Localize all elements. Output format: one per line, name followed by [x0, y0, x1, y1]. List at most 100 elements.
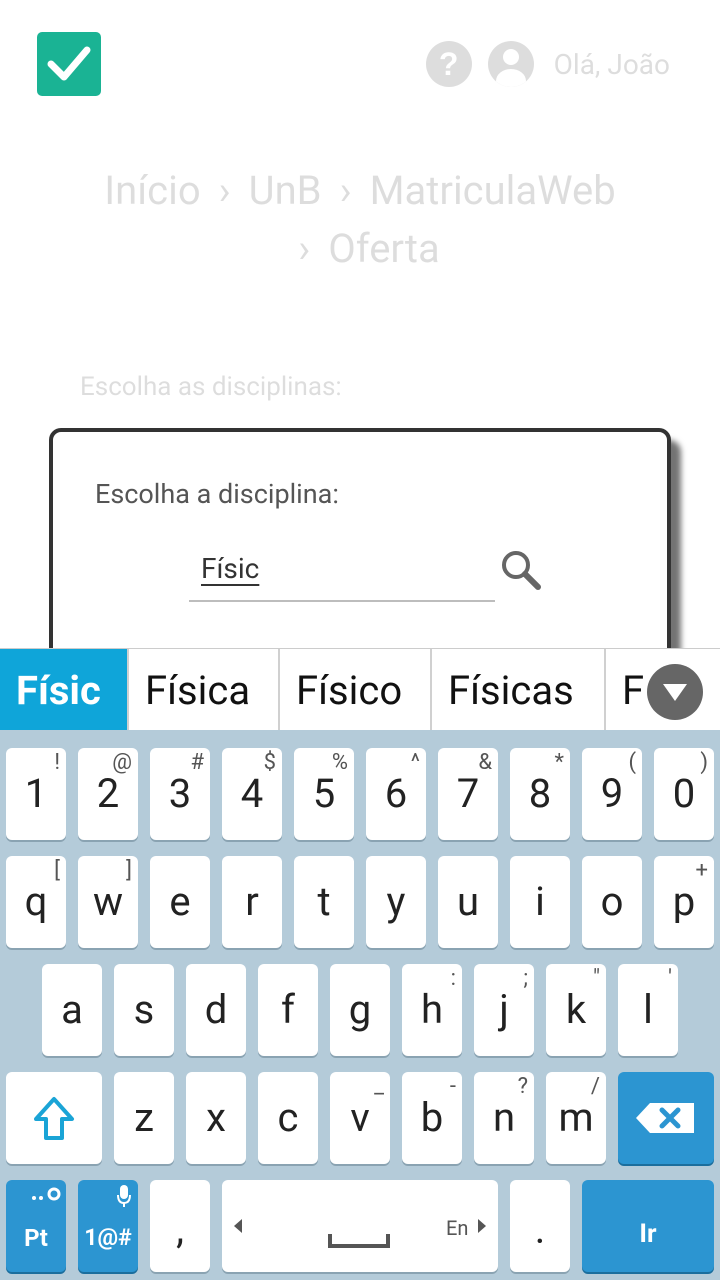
key-label: 5: [312, 770, 336, 817]
breadcrumb-home[interactable]: Início: [104, 167, 200, 214]
symbols-key[interactable]: 1@#: [78, 1180, 138, 1272]
key-r[interactable]: r: [222, 856, 282, 948]
key-b[interactable]: -b: [402, 1072, 462, 1164]
key-c[interactable]: c: [258, 1072, 318, 1164]
key-label: m: [558, 1094, 594, 1141]
suggestion-item[interactable]: Física: [129, 649, 280, 730]
key-i[interactable]: i: [510, 856, 570, 948]
key-a[interactable]: a: [42, 964, 102, 1056]
key-k[interactable]: " k: [546, 964, 606, 1056]
key-m[interactable]: / m: [546, 1072, 606, 1164]
check-icon: [47, 46, 91, 81]
key-h[interactable]: :h: [402, 964, 462, 1056]
go-key[interactable]: Ir: [582, 1180, 714, 1272]
key-n[interactable]: ? n: [474, 1072, 534, 1164]
key-0[interactable]: ) 0: [654, 748, 714, 840]
key-t[interactable]: t: [294, 856, 354, 948]
collapse-suggestions-button[interactable]: [647, 664, 703, 720]
breadcrumb-oferta: Oferta: [328, 225, 440, 272]
space-bar-icon: [328, 1234, 390, 1248]
comma-key-label: ,: [176, 1206, 184, 1253]
key-label: 3: [168, 770, 192, 817]
breadcrumb-unb[interactable]: UnB: [249, 167, 322, 214]
shift-arrow-icon: [34, 1097, 74, 1140]
breadcrumb-separator: ›: [218, 167, 231, 214]
key-label: 9: [600, 770, 624, 817]
key-label: x: [206, 1094, 226, 1141]
key-5[interactable]: % 5: [294, 748, 354, 840]
breadcrumb-separator: ›: [298, 225, 311, 272]
key-3[interactable]: #3: [150, 748, 210, 840]
key-y[interactable]: y: [366, 856, 426, 948]
symbols-key-label: 1@#: [84, 1224, 132, 1251]
key-label: 8: [528, 770, 552, 817]
key-u[interactable]: u: [438, 856, 498, 948]
comma-key[interactable]: ,: [150, 1180, 210, 1272]
key-label: o: [600, 878, 624, 925]
on-screen-keyboard: Pt 1@# , En . Ir ! 1 @2 #3 $4% 5 ^ 6 & 7 * 8(9) 0 [q]…: [0, 730, 720, 1280]
key-label: l: [643, 986, 653, 1033]
key-e[interactable]: e: [150, 856, 210, 948]
microphone-icon: [117, 1185, 131, 1207]
key-o[interactable]: o: [582, 856, 642, 948]
shift-key[interactable]: [6, 1072, 102, 1164]
caret-left-icon: [234, 1219, 242, 1233]
key-v[interactable]: _ v: [330, 1072, 390, 1164]
discipline-search-input[interactable]: Físic: [189, 544, 495, 602]
app-logo[interactable]: [37, 32, 101, 96]
key-label: c: [277, 1094, 299, 1141]
key-p[interactable]: + p: [654, 856, 714, 948]
key-l[interactable]: ' l: [618, 964, 678, 1056]
key-4[interactable]: $4: [222, 748, 282, 840]
key-label: 7: [456, 770, 480, 817]
key-label: t: [317, 878, 331, 925]
key-label: q: [24, 878, 48, 925]
language-key[interactable]: Pt: [6, 1180, 66, 1272]
key-label: 4: [240, 770, 264, 817]
key-label: d: [204, 986, 228, 1033]
key-f[interactable]: f: [258, 964, 318, 1056]
key-7[interactable]: & 7: [438, 748, 498, 840]
key-z[interactable]: z: [114, 1072, 174, 1164]
caret-right-icon: [478, 1219, 486, 1233]
choose-disciplines-label: Escolha as disciplinas:: [80, 372, 342, 402]
key-label: p: [672, 878, 696, 925]
greeting[interactable]: Olá, João: [554, 48, 670, 81]
suggestion-item[interactable]: Físic: [0, 649, 129, 730]
key-q[interactable]: [q: [6, 856, 66, 948]
help-icon[interactable]: ?: [425, 41, 472, 87]
backspace-icon: [636, 1103, 694, 1133]
key-label: z: [134, 1094, 154, 1141]
key-6[interactable]: ^ 6: [366, 748, 426, 840]
space-key[interactable]: En: [222, 1180, 498, 1272]
key-g[interactable]: g: [330, 964, 390, 1056]
keyboard-suggestion-bar: Físic Física Físico Físicas F: [0, 648, 720, 730]
key-j[interactable]: ; j: [474, 964, 534, 1056]
key-2[interactable]: @2: [78, 748, 138, 840]
breadcrumb-matriculaweb[interactable]: MatriculaWeb: [370, 167, 616, 214]
suggestion-item[interactable]: Físicas: [432, 649, 606, 730]
key-label: u: [456, 878, 480, 925]
go-key-label: Ir: [639, 1219, 657, 1249]
key-x[interactable]: x: [186, 1072, 246, 1164]
backspace-key[interactable]: [618, 1072, 714, 1164]
period-key-label: .: [534, 1206, 546, 1253]
key-s[interactable]: s: [114, 964, 174, 1056]
key-9[interactable]: (9: [582, 748, 642, 840]
key-label: b: [420, 1094, 444, 1141]
key-8[interactable]: * 8: [510, 748, 570, 840]
language-key-label: Pt: [24, 1224, 48, 1252]
user-header: ? Olá, João: [425, 41, 670, 87]
suggestion-item[interactable]: Físico: [280, 649, 432, 730]
key-label: 1: [24, 770, 48, 817]
key-label: s: [133, 986, 155, 1033]
key-d[interactable]: d: [186, 964, 246, 1056]
key-w[interactable]: ] w: [78, 856, 138, 948]
key-1[interactable]: ! 1: [6, 748, 66, 840]
key-label: 2: [96, 770, 120, 817]
search-icon[interactable]: [499, 548, 543, 592]
key-label: 0: [672, 770, 696, 817]
key-label: h: [420, 986, 444, 1033]
user-avatar-icon[interactable]: [487, 41, 534, 87]
period-key[interactable]: .: [510, 1180, 570, 1272]
